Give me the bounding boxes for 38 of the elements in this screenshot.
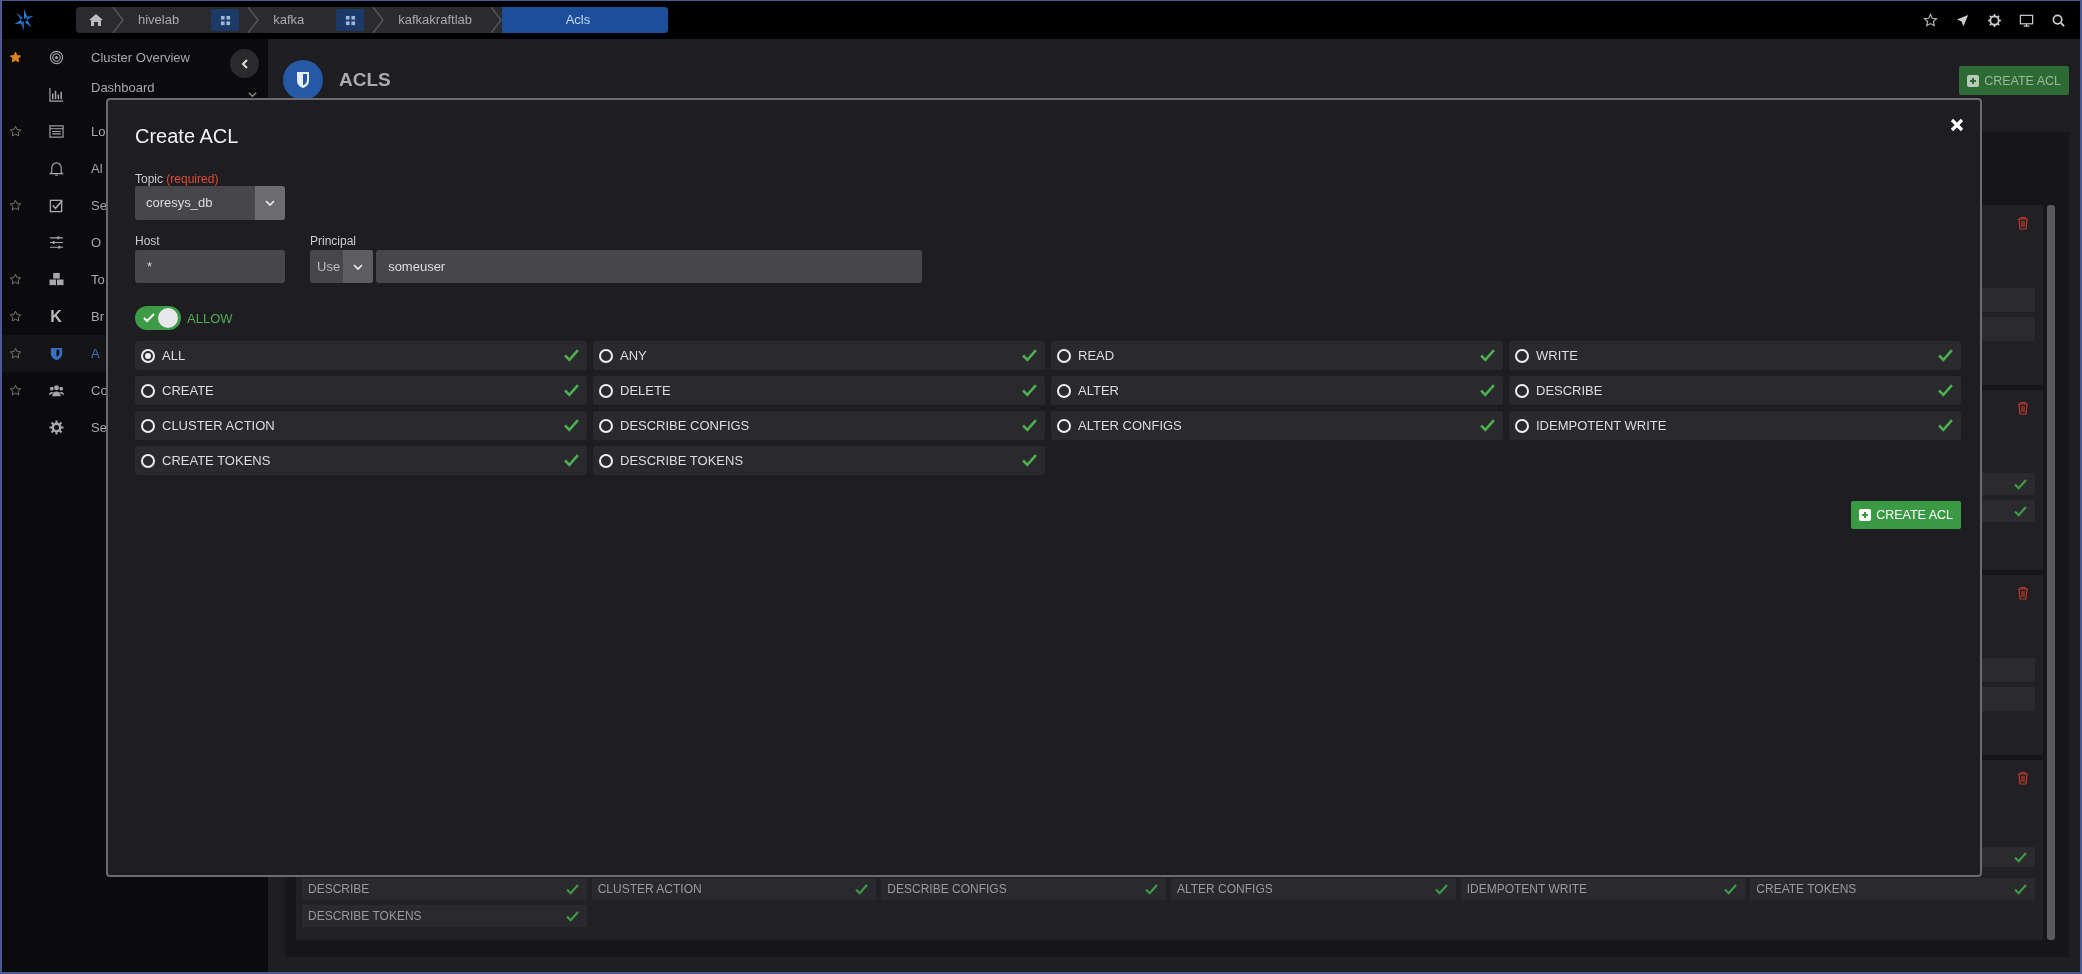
- permission-label: DESCRIBE TOKENS: [308, 909, 422, 923]
- field-label: Host: [135, 234, 161, 248]
- operation-label: CREATE: [162, 383, 214, 398]
- operation-label: ALTER CONFIGS: [1078, 418, 1182, 433]
- allow-label: ALLOW: [187, 310, 233, 326]
- operation-label: ALL: [162, 348, 186, 363]
- operation-label: CREATE TOKENS: [162, 453, 271, 468]
- operation-label: IDEMPOTENT WRITE: [1536, 418, 1667, 433]
- permission-label: ALTER CONFIGS: [1177, 882, 1273, 896]
- operation-label: ANY: [620, 348, 647, 363]
- sidebar-label: Lo: [91, 124, 106, 139]
- operation-label: DELETE: [620, 383, 671, 398]
- page-title: ACLS: [339, 68, 391, 92]
- operation-label: DESCRIBE: [1536, 383, 1603, 398]
- sidebar-label: Se: [91, 420, 107, 435]
- sidebar-label: Se: [91, 198, 107, 213]
- permission-label: DESCRIBE: [308, 882, 370, 896]
- field-label: Principal: [310, 234, 358, 248]
- operation-label: DESCRIBE TOKENS: [620, 453, 744, 468]
- sidebar-label: Cluster Overview: [91, 50, 190, 65]
- operation-label: READ: [1078, 348, 1115, 363]
- permission-label: CLUSTER ACTION: [597, 882, 702, 896]
- permission-label: CREATE TOKENS: [1756, 882, 1857, 896]
- operation-label: DESCRIBE CONFIGS: [620, 418, 750, 433]
- operation-label: WRITE: [1536, 348, 1578, 363]
- letter-icon: K: [50, 307, 62, 326]
- operation-label: CLUSTER ACTION: [162, 418, 275, 433]
- field-label: Topic (required): [135, 172, 220, 186]
- sidebar-label: A: [91, 346, 100, 361]
- sidebar-label: Al: [91, 161, 103, 176]
- permission-label: DESCRIBE CONFIGS: [887, 882, 1007, 896]
- operation-label: ALTER: [1078, 383, 1119, 398]
- sidebar-label: Dashboard: [91, 80, 155, 95]
- sidebar-label: To: [91, 272, 105, 287]
- permission-label: IDEMPOTENT WRITE: [1466, 882, 1588, 896]
- sidebar-label: Br: [91, 309, 104, 324]
- dialog-title: Create ACL: [135, 124, 239, 149]
- sidebar-label: O: [91, 235, 102, 250]
